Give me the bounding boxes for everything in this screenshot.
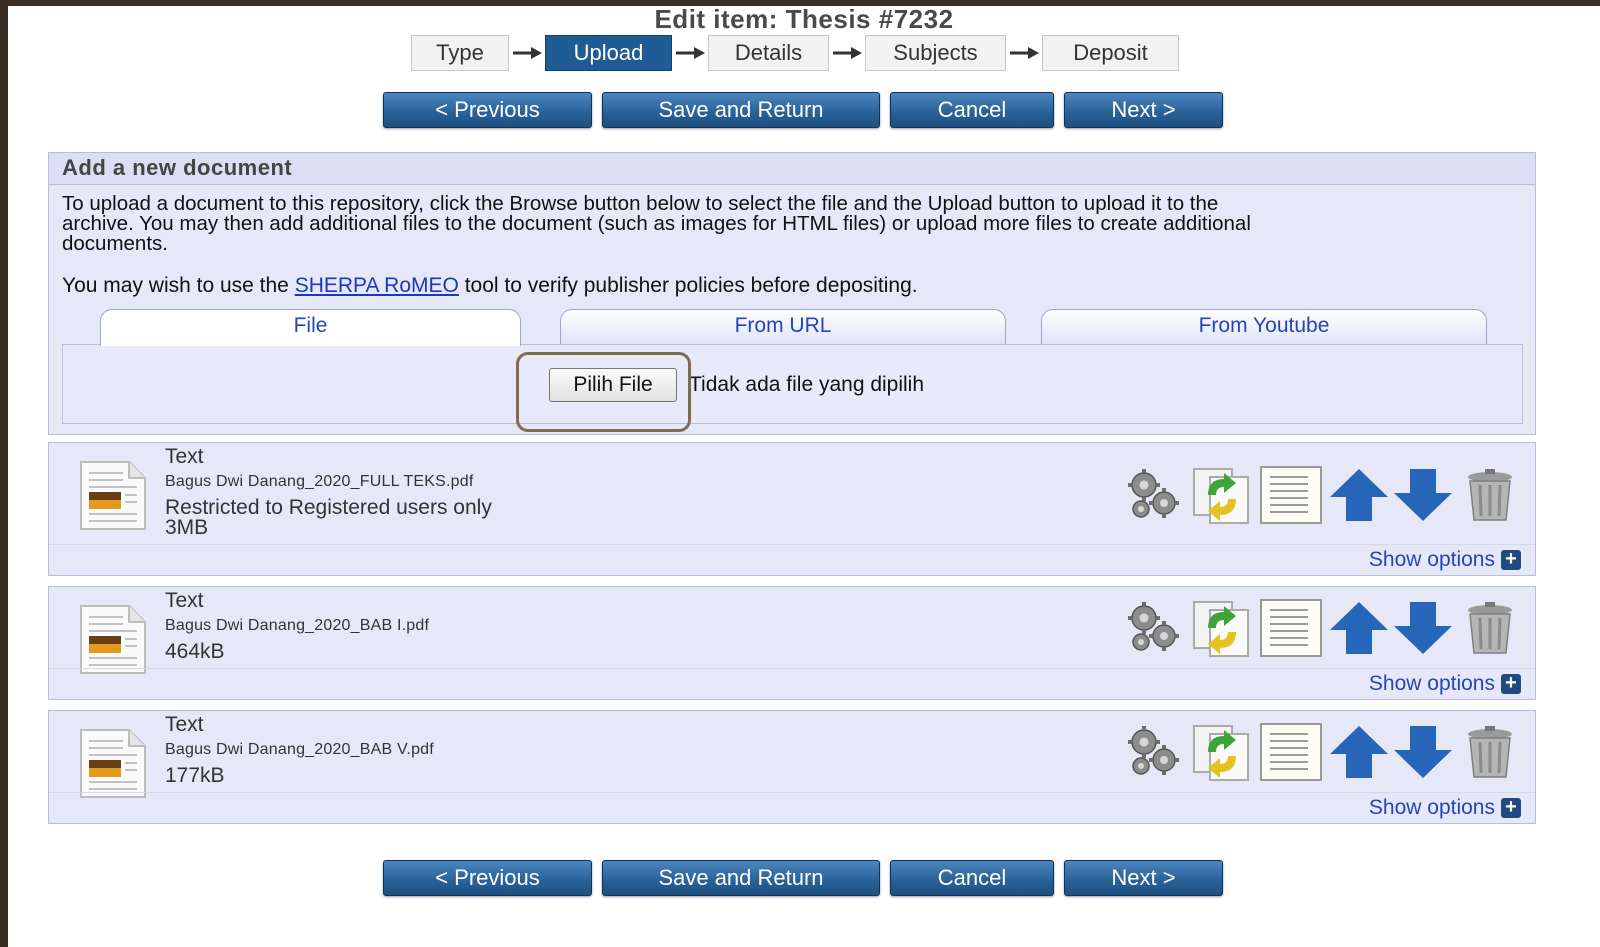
show-options-link[interactable]: Show options + — [1369, 796, 1521, 820]
show-options-label: Show options — [1368, 672, 1495, 695]
document-size: 177kB — [165, 764, 225, 787]
options-bar: Show options + — [49, 668, 1535, 699]
previous-button[interactable]: < Previous — [383, 860, 592, 896]
document-filename: Bagus Dwi Danang_2020_BAB I.pdf — [165, 617, 430, 634]
cancel-button[interactable]: Cancel — [890, 92, 1054, 128]
upload-tabs: File From URL From Youtube — [49, 309, 1535, 346]
sherpa-text-after: tool to verify publisher policies before… — [458, 274, 918, 297]
text-document-icon — [79, 459, 149, 536]
stage-type[interactable]: Type — [411, 35, 509, 71]
arrow-right-icon — [1006, 46, 1042, 60]
workflow-stages: Type Upload Details Subjects Deposit — [411, 34, 1179, 72]
cancel-button[interactable]: Cancel — [890, 860, 1054, 896]
arrow-right-icon — [672, 46, 708, 60]
document-row: Text Bagus Dwi Danang_2020_BAB I.pdf 464… — [48, 586, 1536, 700]
stage-deposit[interactable]: Deposit — [1042, 35, 1179, 71]
document-list-icon[interactable] — [1258, 598, 1324, 658]
page: Edit item: Thesis #7232 Type Upload Deta… — [8, 6, 1600, 947]
convert-icon[interactable] — [1190, 598, 1254, 658]
panel-heading: Add a new document — [49, 153, 1535, 185]
plus-icon: + — [1501, 673, 1521, 694]
arrow-down-icon[interactable] — [1392, 467, 1454, 523]
arrow-up-icon[interactable] — [1328, 724, 1390, 780]
document-row: Text Bagus Dwi Danang_2020_BAB V.pdf 177… — [48, 710, 1536, 824]
instruction-line: archive. You may then add additional fil… — [62, 212, 1251, 235]
document-actions — [1124, 465, 1518, 525]
options-bar: Show options + — [49, 544, 1535, 575]
add-document-panel: Add a new document To upload a document … — [48, 152, 1536, 435]
document-type: Text — [165, 445, 204, 468]
convert-icon[interactable] — [1190, 722, 1254, 782]
document-list-icon[interactable] — [1258, 722, 1324, 782]
arrow-right-icon — [829, 46, 865, 60]
instruction-line: To upload a document to this repository,… — [62, 192, 1219, 215]
instruction-line: documents. — [62, 232, 168, 255]
arrow-up-icon[interactable] — [1328, 600, 1390, 656]
document-type: Text — [165, 589, 204, 612]
next-button[interactable]: Next > — [1064, 92, 1223, 128]
arrow-up-icon[interactable] — [1328, 467, 1390, 523]
document-filename: Bagus Dwi Danang_2020_BAB V.pdf — [165, 741, 434, 758]
document-size: 3MB — [165, 516, 209, 539]
show-options-label: Show options — [1368, 796, 1495, 819]
trash-icon[interactable] — [1462, 600, 1518, 656]
document-filename: Bagus Dwi Danang_2020_FULL TEKS.pdf — [165, 473, 474, 490]
plus-icon: + — [1501, 797, 1521, 818]
stage-subjects[interactable]: Subjects — [865, 35, 1006, 71]
top-button-row: < Previous Save and Return Cancel Next > — [383, 92, 1223, 128]
trash-icon[interactable] — [1462, 467, 1518, 523]
arrow-down-icon[interactable] — [1392, 600, 1454, 656]
file-tab-body: Pilih File Tidak ada file yang dipilih — [62, 344, 1523, 424]
plus-icon: + — [1501, 549, 1521, 570]
document-list-icon[interactable] — [1258, 465, 1324, 525]
show-options-label: Show options — [1368, 548, 1495, 571]
stage-details[interactable]: Details — [708, 35, 829, 71]
sherpa-note: You may wish to use the SHERPA RoMEO too… — [62, 274, 918, 298]
gears-icon[interactable] — [1124, 467, 1184, 523]
arrow-right-icon — [509, 46, 545, 60]
gears-icon[interactable] — [1124, 600, 1184, 656]
save-and-return-button[interactable]: Save and Return — [602, 92, 880, 128]
document-row: Text Bagus Dwi Danang_2020_FULL TEKS.pdf… — [48, 442, 1536, 576]
convert-icon[interactable] — [1190, 465, 1254, 525]
file-status: Tidak ada file yang dipilih — [689, 373, 925, 396]
tab-from-url[interactable]: From URL — [560, 309, 1006, 345]
document-restriction: Restricted to Registered users only — [165, 496, 492, 519]
upload-instructions: To upload a document to this repository,… — [62, 192, 1522, 255]
sherpa-romeo-link[interactable]: SHERPA RoMEO — [295, 274, 459, 297]
page-title: Edit item: Thesis #7232 — [654, 6, 954, 34]
save-and-return-button[interactable]: Save and Return — [602, 860, 880, 896]
next-button[interactable]: Next > — [1064, 860, 1223, 896]
tab-from-youtube[interactable]: From Youtube — [1041, 309, 1487, 345]
trash-icon[interactable] — [1462, 724, 1518, 780]
document-actions — [1124, 722, 1518, 782]
highlight-annotation — [516, 352, 691, 432]
options-bar: Show options + — [49, 792, 1535, 823]
show-options-link[interactable]: Show options + — [1369, 548, 1521, 572]
gears-icon[interactable] — [1124, 724, 1184, 780]
previous-button[interactable]: < Previous — [383, 92, 592, 128]
stage-upload[interactable]: Upload — [545, 35, 672, 71]
document-type: Text — [165, 713, 204, 736]
show-options-link[interactable]: Show options + — [1369, 672, 1521, 696]
tab-file[interactable]: File — [100, 309, 521, 346]
arrow-down-icon[interactable] — [1392, 724, 1454, 780]
bottom-button-row: < Previous Save and Return Cancel Next > — [383, 860, 1223, 896]
document-size: 464kB — [165, 640, 225, 663]
document-actions — [1124, 598, 1518, 658]
sherpa-text-before: You may wish to use the — [62, 274, 295, 297]
